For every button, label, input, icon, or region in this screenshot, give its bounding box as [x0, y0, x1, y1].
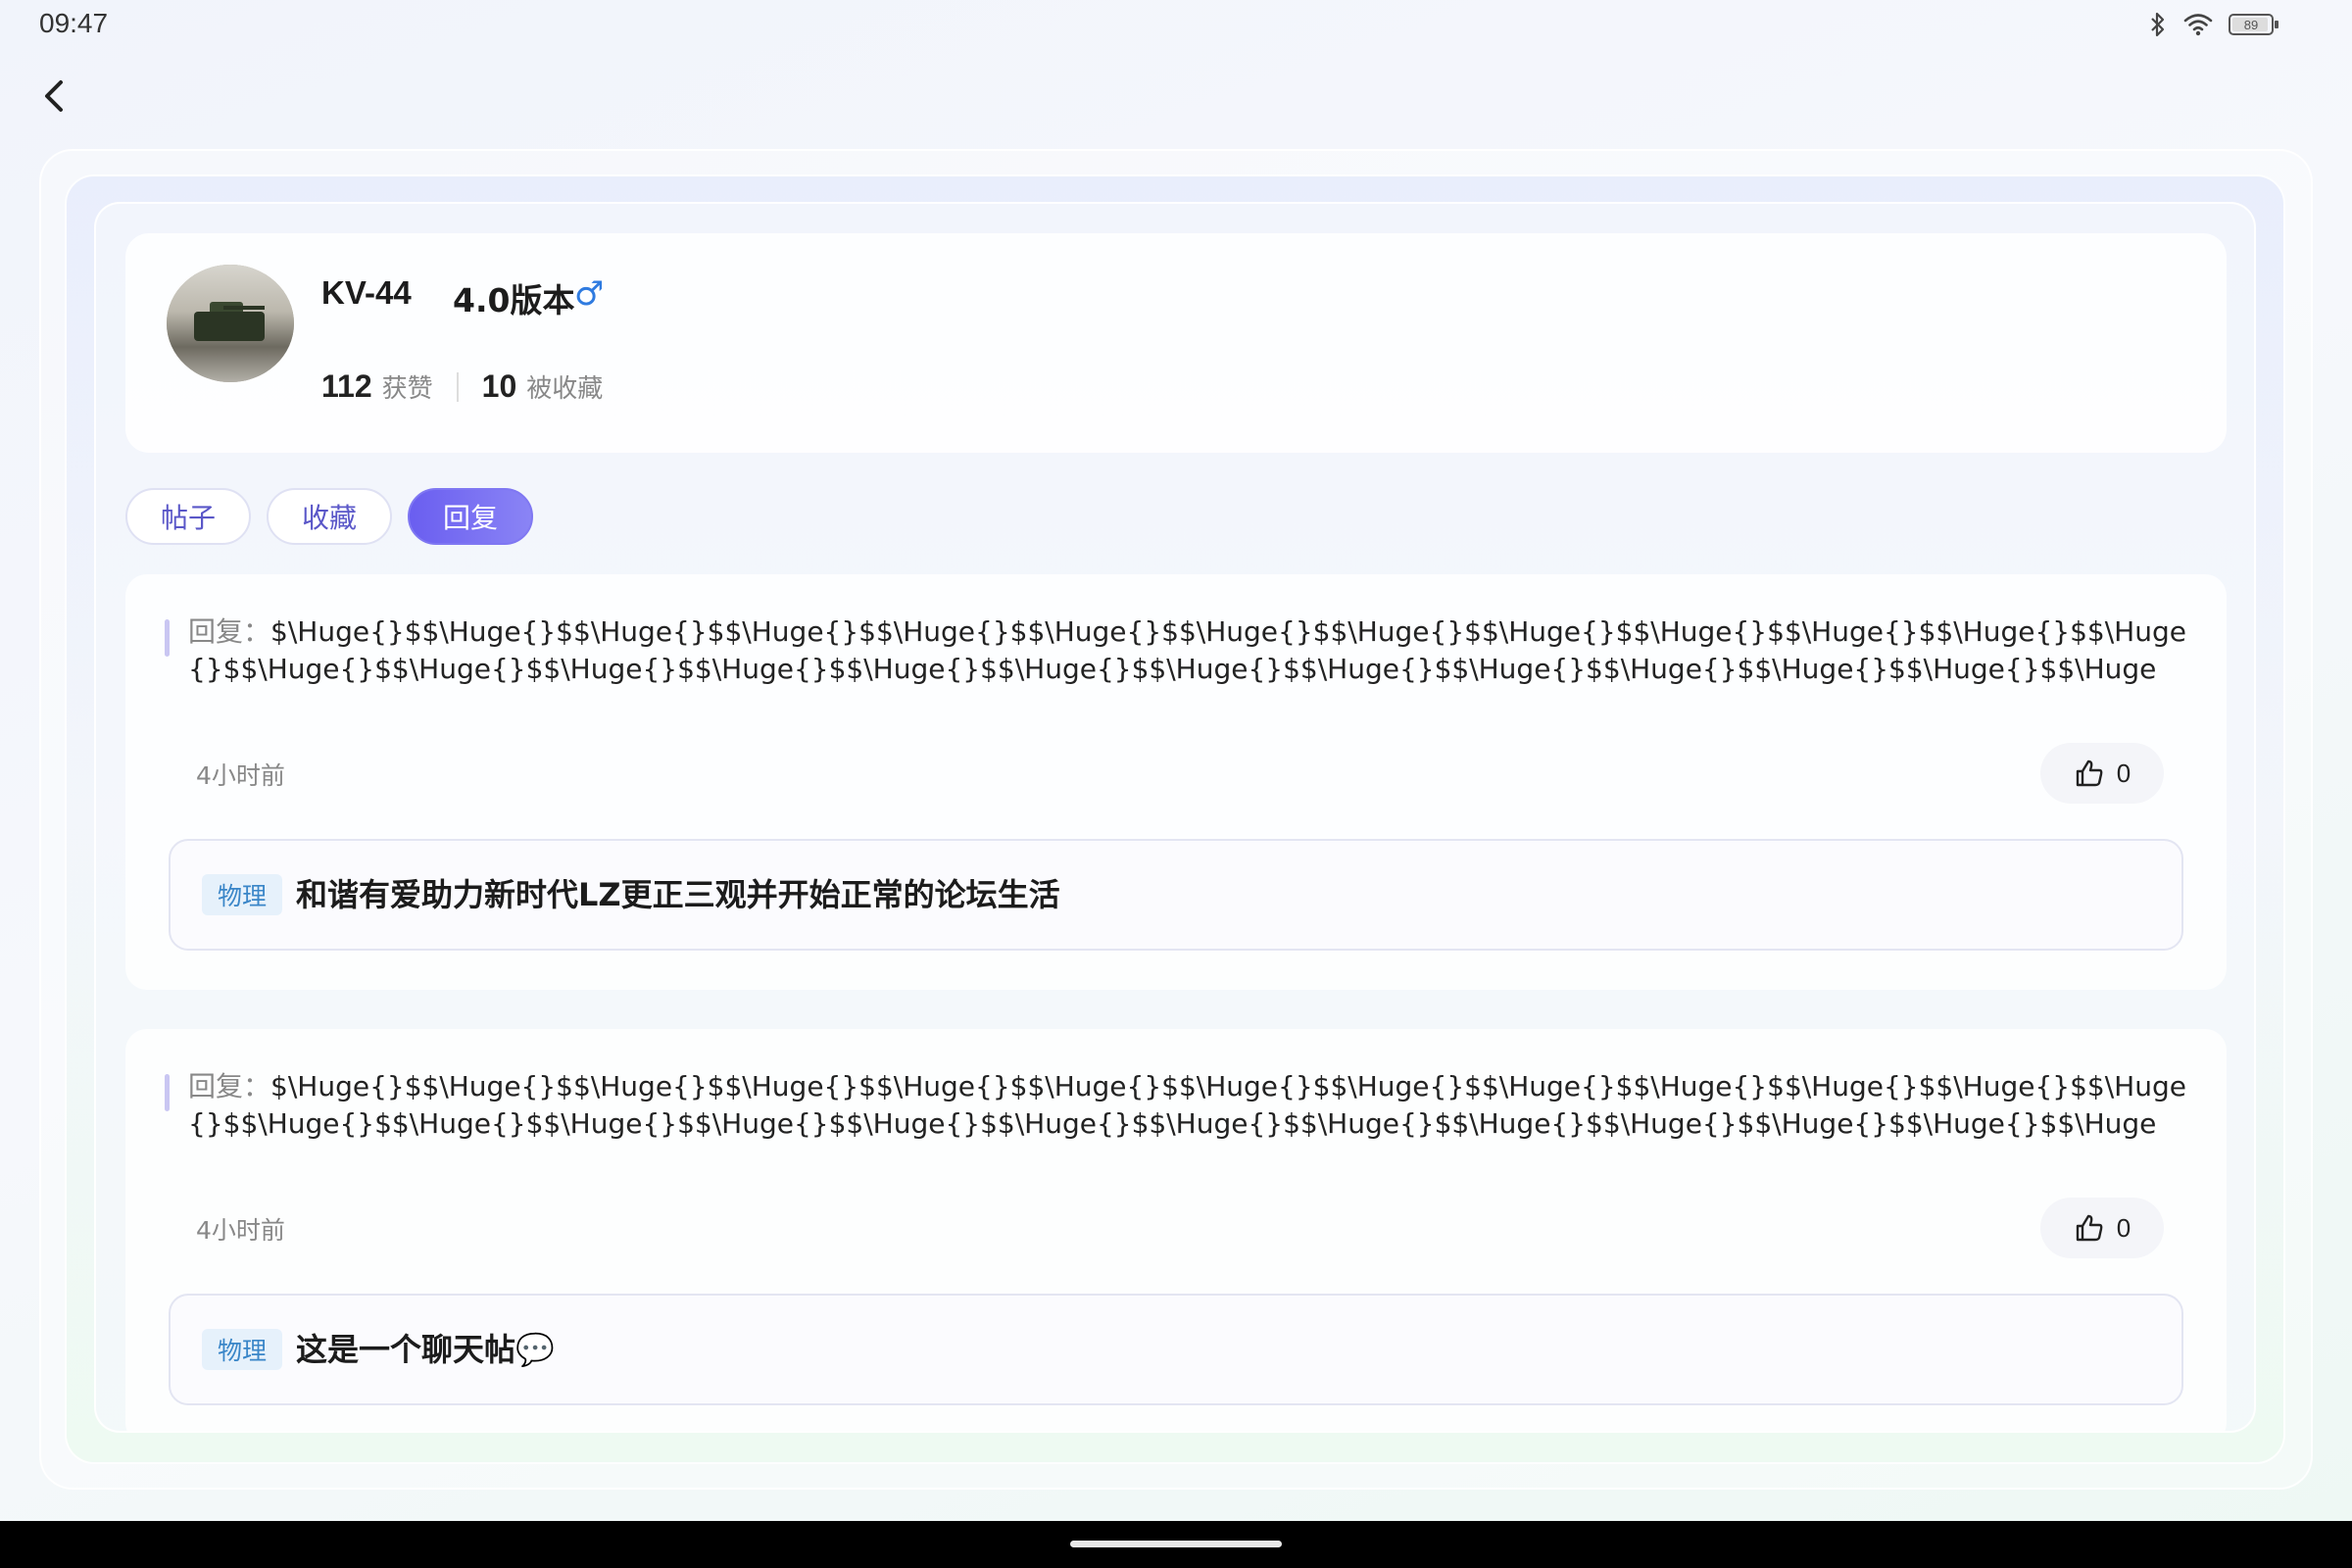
content-panel: KV-44 4.0版本 ♂ 112 获赞 10 被收藏 帖子 收藏 回复 回复：…: [94, 202, 2256, 1433]
quote-bar: [165, 1074, 170, 1111]
like-button[interactable]: 0: [2040, 1198, 2164, 1258]
tab-favorites[interactable]: 收藏: [267, 488, 393, 545]
status-bar: 09:47 89: [0, 0, 2352, 49]
post-title: 和谐有爱助力新时代LZ更正三观并开始正常的论坛生活: [296, 876, 1060, 913]
post-title: 这是一个聊天帖💬: [296, 1331, 555, 1368]
wifi-icon: [2183, 14, 2213, 36]
battery-icon: 89: [2229, 14, 2278, 35]
bluetooth-icon: [2151, 12, 2165, 37]
profile-card: KV-44 4.0版本 ♂ 112 获赞 10 被收藏: [125, 233, 2227, 453]
like-count: 0: [2116, 1212, 2132, 1243]
favorited-label: 被收藏: [526, 374, 604, 404]
tab-replies[interactable]: 回复: [408, 488, 534, 545]
reply-content: 回复：$\Huge{}$$\Huge{}$$\Huge{}$$\Huge{}$$…: [188, 613, 2187, 688]
thumbs-up-icon: [2076, 1214, 2103, 1242]
reply-text: $\Huge{}$$\Huge{}$$\Huge{}$$\Huge{}$$\Hu…: [188, 615, 2186, 685]
battery-level: 89: [2243, 17, 2259, 32]
reply-card[interactable]: 回复：$\Huge{}$$\Huge{}$$\Huge{}$$\Huge{}$$…: [125, 574, 2227, 990]
favorited-count: 10: [481, 368, 517, 404]
back-button[interactable]: [35, 74, 74, 118]
reply-text: $\Huge{}$$\Huge{}$$\Huge{}$$\Huge{}$$\Hu…: [188, 1070, 2186, 1140]
reply-prefix: 回复：: [188, 615, 271, 648]
male-gender-icon: ♂: [574, 274, 605, 314]
profile-stats: 112 获赞 10 被收藏: [321, 368, 603, 405]
reply-time: 4小时前: [196, 1216, 285, 1245]
linked-post[interactable]: 物理 这是一个聊天帖💬: [169, 1294, 2183, 1405]
avatar[interactable]: [167, 265, 294, 382]
post-category-tag: 物理: [202, 1329, 283, 1370]
likes-count: 112: [321, 368, 372, 404]
reply-content: 回复：$\Huge{}$$\Huge{}$$\Huge{}$$\Huge{}$$…: [188, 1068, 2187, 1143]
reply-card[interactable]: 回复：$\Huge{}$$\Huge{}$$\Huge{}$$\Huge{}$$…: [125, 1029, 2227, 1431]
like-button[interactable]: 0: [2040, 743, 2164, 804]
like-count: 0: [2116, 758, 2132, 788]
status-time: 09:47: [39, 8, 109, 38]
user-level: 4.0版本: [453, 281, 575, 319]
linked-post[interactable]: 物理 和谐有爱助力新时代LZ更正三观并开始正常的论坛生活: [169, 839, 2183, 951]
post-category-tag: 物理: [202, 874, 283, 915]
navigation-bar: [0, 1521, 2352, 1568]
system-icons: 89: [2148, 8, 2278, 41]
tab-bar: 帖子 收藏 回复: [125, 488, 534, 545]
home-indicator[interactable]: [1070, 1541, 1282, 1547]
thumbs-up-icon: [2076, 760, 2103, 787]
tab-posts[interactable]: 帖子: [125, 488, 252, 545]
reply-prefix: 回复：: [188, 1070, 271, 1102]
likes-label: 获赞: [381, 374, 433, 404]
quote-bar: [165, 619, 170, 657]
chevron-left-icon: [45, 80, 63, 112]
reply-time: 4小时前: [196, 761, 285, 790]
username: KV-44: [321, 274, 412, 311]
stats-divider: [456, 371, 459, 402]
